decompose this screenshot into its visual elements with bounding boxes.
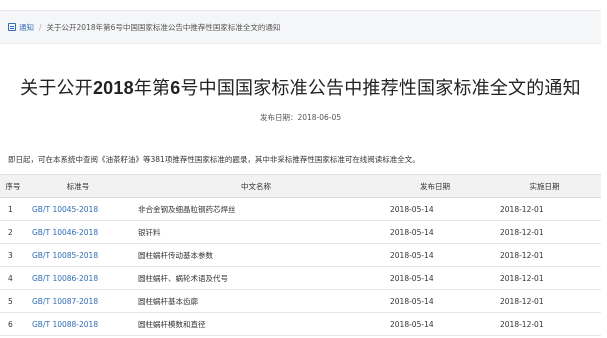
standard-code-link[interactable]: GB/T 10045-2018 (32, 205, 98, 214)
publish-date-cell: 2018-05-14 (382, 266, 488, 290)
title-year: 2018 (92, 78, 134, 98)
row-index: 6 (0, 312, 26, 336)
impl-date-cell: 2018-12-01 (488, 266, 601, 290)
publish-date-cell: 2018-05-14 (382, 197, 488, 221)
standard-code-link[interactable]: GB/T 10085-2018 (32, 251, 98, 260)
table-row: 1 GB/T 10045-2018 非合金钢及细晶粒钢药芯焊丝 2018-05-… (0, 197, 601, 221)
publish-date-cell: 2018-05-14 (382, 312, 488, 336)
impl-date-cell: 2018-12-01 (488, 197, 601, 221)
table-header-row: 序号 标准号 中文名称 发布日期 实施日期 (0, 174, 601, 198)
impl-date-cell: 2018-12-01 (488, 312, 601, 336)
standard-code-link[interactable]: GB/T 10086-2018 (32, 274, 98, 283)
title-part1: 关于公开 (20, 78, 93, 99)
table-row: 2 GB/T 10046-2018 银钎料 2018-05-14 2018-12… (0, 220, 601, 244)
standard-code-link[interactable]: GB/T 10087-2018 (32, 297, 98, 306)
intro-text: 即日起，可在本系统中查阅《油茶籽油》等381项推荐性国家标准的题录，其中非采标推… (8, 155, 420, 164)
publish-date-cell: 2018-05-14 (382, 289, 488, 313)
row-index: 2 (0, 220, 26, 244)
notice-icon (8, 23, 16, 31)
row-index: 1 (0, 197, 26, 221)
standard-code-link[interactable]: GB/T 10088-2018 (32, 320, 98, 329)
standard-name: 圆柱蜗杆传动基本参数 (130, 243, 382, 267)
impl-date-cell: 2018-12-01 (488, 220, 601, 244)
page-title: 关于公开2018年第6号中国国家标准公告中推荐性国家标准全文的通知 (0, 74, 601, 100)
title-part2: 年第 (133, 78, 171, 99)
row-index: 3 (0, 243, 26, 267)
header-idx: 序号 (0, 174, 26, 198)
publish-date-cell: 2018-05-14 (382, 220, 488, 244)
standard-name: 圆柱蜗杆基本齿廓 (130, 289, 382, 313)
standard-name: 非合金钢及细晶粒钢药芯焊丝 (130, 197, 382, 221)
title-part3: 号中国国家标准公告中推荐性国家标准全文的通知 (180, 78, 581, 99)
header-impl-date: 实施日期 (488, 174, 601, 198)
header-code: 标准号 (26, 174, 130, 198)
standard-name: 圆柱蜗杆、蜗轮术语及代号 (130, 266, 382, 290)
table-row: 6 GB/T 10088-2018 圆柱蜗杆模数和直径 2018-05-14 2… (0, 312, 601, 336)
standard-name: 银钎料 (130, 220, 382, 244)
standards-table: 序号 标准号 中文名称 发布日期 实施日期 1 GB/T 10045-2018 … (0, 174, 601, 336)
table-row: 5 GB/T 10087-2018 圆柱蜗杆基本齿廓 2018-05-14 20… (0, 289, 601, 313)
standard-code-link[interactable]: GB/T 10046-2018 (32, 228, 98, 237)
breadcrumb-separator: / (39, 22, 42, 32)
publish-date: 发布日期：2018-06-05 (259, 113, 342, 122)
table-row: 4 GB/T 10086-2018 圆柱蜗杆、蜗轮术语及代号 2018-05-1… (0, 266, 601, 290)
impl-date-cell: 2018-12-01 (488, 243, 601, 267)
title-num: 6 (170, 78, 181, 98)
breadcrumb-current: 关于公开2018年第6号中国国家标准公告中推荐性国家标准全文的通知 (46, 22, 281, 32)
table-row: 3 GB/T 10085-2018 圆柱蜗杆传动基本参数 2018-05-14 … (0, 243, 601, 267)
standard-name: 圆柱蜗杆模数和直径 (130, 312, 382, 336)
row-index: 4 (0, 266, 26, 290)
header-name: 中文名称 (130, 174, 382, 198)
header-pub-date: 发布日期 (382, 174, 488, 198)
impl-date-cell: 2018-12-01 (488, 289, 601, 313)
publish-date-cell: 2018-05-14 (382, 243, 488, 267)
breadcrumb-home-link[interactable]: 通知 (19, 22, 34, 33)
breadcrumb: 通知 / 关于公开2018年第6号中国国家标准公告中推荐性国家标准全文的通知 (0, 10, 601, 44)
row-index: 5 (0, 289, 26, 313)
